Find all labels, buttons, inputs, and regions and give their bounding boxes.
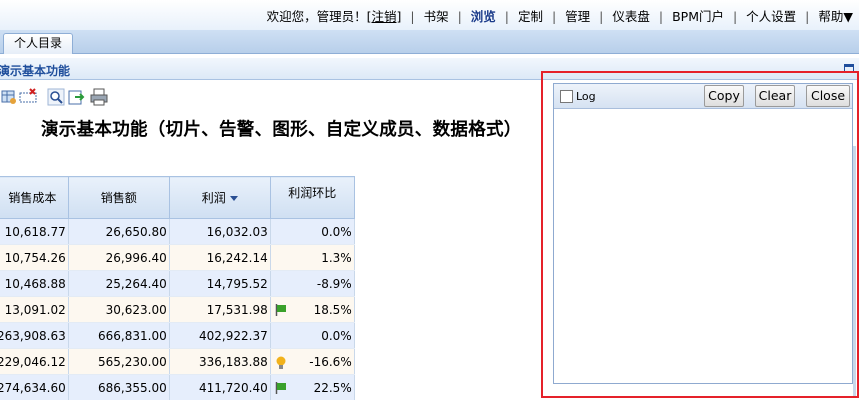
cell-sales-cost: 229,046.12 <box>0 348 69 375</box>
cell-profit: 402,922.37 <box>168 322 271 349</box>
remove-column-icon[interactable] <box>19 88 37 106</box>
nav-separator: | <box>805 9 810 24</box>
bulb-icon <box>276 356 286 369</box>
table-header-row: 销售成本 销售额 利润 利润环比 <box>0 176 355 219</box>
cell-sales: 666,831.00 <box>67 322 170 349</box>
nav-separator: | <box>658 9 664 24</box>
column-header-profit-ratio[interactable]: 利润环比 <box>269 176 355 219</box>
nav-separator: | <box>504 9 509 24</box>
copy-button[interactable]: Copy <box>704 85 744 107</box>
cell-sales: 26,650.80 <box>67 218 170 245</box>
column-header-sales-cost[interactable]: 销售成本 <box>0 176 69 219</box>
nav-browse[interactable]: 浏览 <box>471 6 496 25</box>
export-icon[interactable] <box>68 88 86 106</box>
log-toolbar: Log Copy Clear Close <box>554 84 852 109</box>
nav-separator: | <box>410 9 415 24</box>
slice-icon[interactable] <box>0 88 18 106</box>
cell-profit-ratio: -16.6% <box>309 354 352 369</box>
nav-customize[interactable]: 定制 <box>518 6 543 25</box>
panel-title: 演示基本功能 <box>0 64 71 78</box>
flag-icon <box>275 382 286 394</box>
cell-profit-ratio-with-icon: -16.6% <box>269 348 355 375</box>
cell-profit: 17,531.98 <box>168 296 271 323</box>
report-title: 演示基本功能（切片、告警、图形、自定义成员、数据格式） <box>41 120 522 140</box>
nav-bpm-portal[interactable]: BPM门户 <box>672 6 724 25</box>
cell-profit-ratio: 18.5% <box>313 302 352 317</box>
nav-separator: | <box>732 9 738 24</box>
table-row: 229,046.12 565,230.00 336,183.88 -16.6% <box>0 348 355 375</box>
cell-sales: 26,996.40 <box>67 244 170 271</box>
column-header-profit-label: 利润 <box>201 191 226 205</box>
cell-profit: 16,032.03 <box>168 218 271 245</box>
table-row: 274,634.60 686,355.00 411,720.40 22.5% <box>0 374 355 400</box>
flag-icon <box>275 304 286 316</box>
nav-separator: | <box>457 9 462 24</box>
log-label: Log <box>576 90 596 103</box>
table-row: 13,091.02 30,623.00 17,531.98 18.5% <box>0 296 355 323</box>
cell-profit-ratio: 1.3% <box>269 244 355 271</box>
nav-separator: | <box>551 9 557 24</box>
cell-sales-cost: 263,908.63 <box>0 322 69 349</box>
log-checkbox[interactable] <box>560 90 573 103</box>
top-header: 欢迎您，管理员！[注销] | 书架 | 浏览 | 定制 | 管理 | 仪表盘 |… <box>0 0 859 30</box>
cell-sales: 686,355.00 <box>67 374 170 400</box>
table-row: 263,908.63 666,831.00 402,922.37 0.0% <box>0 322 355 349</box>
cell-sales: 30,623.00 <box>67 296 170 323</box>
print-icon[interactable] <box>90 88 108 106</box>
cell-sales: 25,264.40 <box>67 270 170 297</box>
log-window: Log Copy Clear Close <box>553 83 853 384</box>
cell-profit-ratio: -8.9% <box>269 270 355 297</box>
log-output-area[interactable] <box>554 110 852 383</box>
cell-sales-cost: 274,634.60 <box>0 374 69 400</box>
nav-dashboard[interactable]: 仪表盘 <box>612 6 650 25</box>
logout-link[interactable]: 注销 <box>371 6 396 25</box>
column-header-profit[interactable]: 利润 <box>168 176 271 219</box>
cell-sales: 565,230.00 <box>67 348 170 375</box>
cell-profit-ratio: 0.0% <box>269 322 355 349</box>
top-navigation: 欢迎您，管理员！[注销] | 书架 | 浏览 | 定制 | 管理 | 仪表盘 |… <box>267 6 853 25</box>
tab-personal-directory[interactable]: 个人目录 <box>3 33 73 54</box>
welcome-end: ] <box>396 9 402 24</box>
cell-profit-ratio: 22.5% <box>313 380 352 395</box>
nav-bookshelf[interactable]: 书架 <box>424 6 449 25</box>
report-table: 销售成本 销售额 利润 利润环比 10,618.77 26,650.80 16,… <box>0 176 355 400</box>
clear-button[interactable]: Clear <box>755 85 795 107</box>
table-row: 10,618.77 26,650.80 16,032.03 0.0% <box>0 218 355 245</box>
nav-separator: | <box>599 9 604 24</box>
cell-sales-cost: 13,091.02 <box>0 296 69 323</box>
nav-personal-settings[interactable]: 个人设置 <box>746 6 796 25</box>
column-header-sales[interactable]: 销售额 <box>67 176 170 219</box>
nav-manage[interactable]: 管理 <box>565 6 590 25</box>
tab-strip: 个人目录 <box>0 30 859 54</box>
table-row: 10,754.26 26,996.40 16,242.14 1.3% <box>0 244 355 271</box>
cell-sales-cost: 10,754.26 <box>0 244 69 271</box>
cell-profit: 411,720.40 <box>168 374 271 400</box>
cell-profit: 14,795.52 <box>168 270 271 297</box>
table-row: 10,468.88 25,264.40 14,795.52 -8.9% <box>0 270 355 297</box>
cell-profit: 336,183.88 <box>168 348 271 375</box>
cell-profit-ratio-with-icon: 22.5% <box>269 374 355 400</box>
sort-desc-icon[interactable] <box>229 196 238 201</box>
report-toolbar <box>0 86 120 108</box>
close-button[interactable]: Close <box>806 85 850 107</box>
cell-profit: 16,242.14 <box>168 244 271 271</box>
cell-sales-cost: 10,468.88 <box>0 270 69 297</box>
welcome-text: 欢迎您，管理员！[ <box>266 9 372 24</box>
cell-profit-ratio: 0.0% <box>269 218 355 245</box>
cell-sales-cost: 10,618.77 <box>0 218 69 245</box>
nav-help[interactable]: 帮助▼ <box>818 6 853 25</box>
magnifier-icon[interactable] <box>47 88 65 106</box>
cell-profit-ratio-with-icon: 18.5% <box>269 296 355 323</box>
